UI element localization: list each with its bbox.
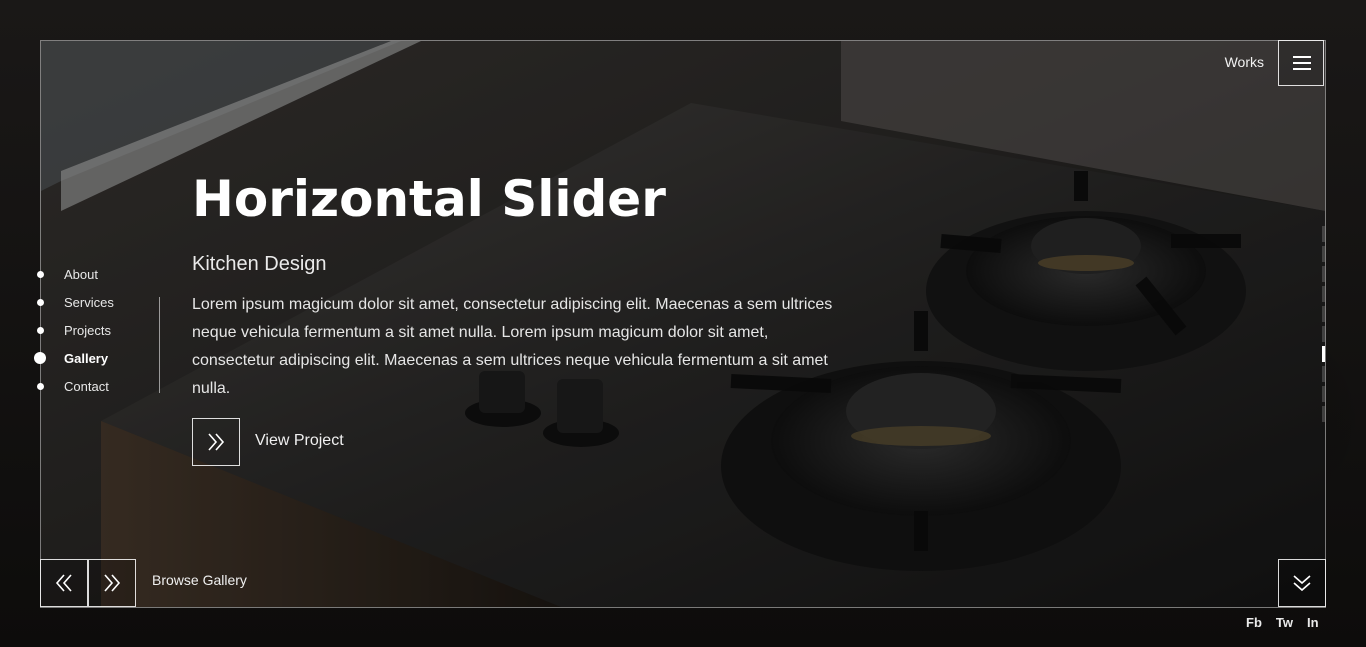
hamburger-icon-bar	[1293, 62, 1311, 64]
slide-description: Lorem ipsum magicum dolor sit amet, cons…	[192, 296, 833, 397]
linkedin-link[interactable]: In	[1307, 615, 1319, 630]
nav-item-label: Gallery	[64, 350, 109, 366]
view-project-button[interactable]	[192, 418, 240, 466]
facebook-link[interactable]: Fb	[1246, 615, 1262, 630]
nav-dot-icon	[37, 326, 44, 334]
nav-dot-icon	[37, 298, 44, 306]
nav-dot-icon	[34, 352, 46, 364]
nav-dot-icon	[37, 382, 44, 390]
hamburger-icon	[1293, 56, 1311, 58]
progress-tick[interactable]	[1322, 386, 1325, 402]
progress-tick[interactable]	[1322, 306, 1325, 322]
hamburger-icon-bar	[1293, 68, 1311, 70]
nav-item-label: Services	[64, 294, 114, 310]
double-chevron-right-icon	[104, 574, 121, 592]
slide-progress-indicator	[1322, 226, 1325, 426]
progress-tick[interactable]	[1322, 246, 1325, 262]
double-chevron-right-icon	[208, 433, 225, 451]
progress-tick[interactable]	[1322, 326, 1325, 342]
progress-tick[interactable]	[1322, 286, 1325, 302]
progress-tick-active[interactable]	[1322, 346, 1325, 362]
browse-gallery-link[interactable]: Browse Gallery	[152, 572, 247, 588]
nav-item-label: Projects	[64, 322, 111, 338]
hero-page: Works About Services Projects Gallery Co…	[0, 0, 1366, 647]
nav-dot-icon	[37, 270, 44, 278]
progress-tick[interactable]	[1322, 266, 1325, 282]
progress-tick[interactable]	[1322, 366, 1325, 382]
nav-item-label: About	[64, 266, 98, 282]
double-chevron-left-icon	[55, 574, 72, 592]
slide-subtitle: Kitchen Design	[192, 253, 327, 275]
works-label[interactable]: Works	[1204, 54, 1264, 70]
social-links: Fb Tw In	[1246, 615, 1319, 630]
menu-button[interactable]	[1278, 40, 1324, 86]
next-slide-button[interactable]	[88, 559, 136, 607]
nav-divider	[159, 297, 160, 393]
progress-tick[interactable]	[1322, 406, 1325, 422]
nav-item-label: Contact	[64, 378, 109, 394]
scroll-down-button[interactable]	[1278, 559, 1326, 607]
prev-slide-button[interactable]	[40, 559, 88, 607]
twitter-link[interactable]: Tw	[1276, 615, 1293, 630]
slide-title: Horizontal Slider	[192, 170, 666, 228]
progress-tick[interactable]	[1322, 226, 1325, 242]
view-project-link[interactable]: View Project	[255, 432, 344, 450]
double-chevron-down-icon	[1293, 575, 1311, 592]
